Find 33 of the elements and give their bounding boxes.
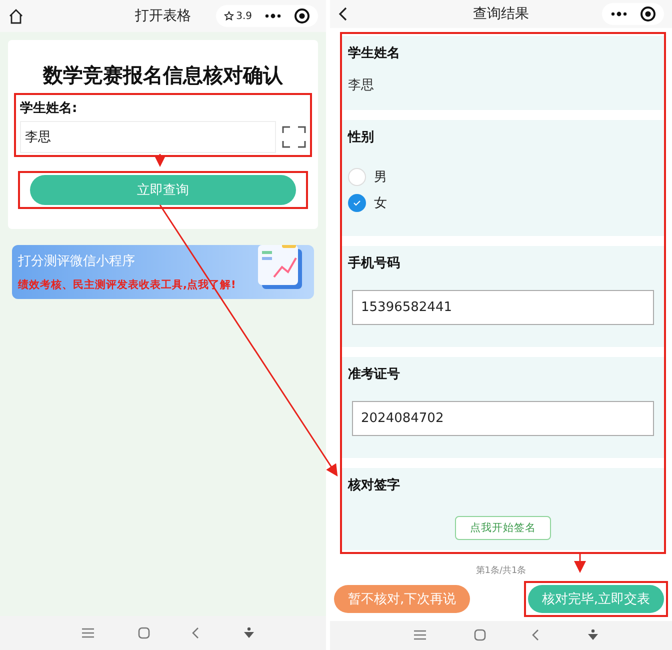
form-title: 数学竞赛报名信息核对确认: [42, 62, 284, 89]
sign-button[interactable]: 点我开始签名: [455, 516, 551, 540]
banner-title: 打分测评微信小程序: [18, 253, 136, 270]
rating[interactable]: 3.9: [224, 10, 252, 22]
radio-label: 男: [374, 168, 387, 186]
check-icon: [353, 200, 361, 206]
menu-icon[interactable]: [413, 629, 428, 642]
back-icon[interactable]: [338, 6, 348, 22]
query-button[interactable]: 立即查询: [30, 175, 296, 205]
pager-text: 第1条/共1条: [474, 564, 528, 577]
scan-icon[interactable]: [282, 125, 306, 149]
input-field[interactable]: 15396582441: [352, 290, 654, 325]
field-label: 性别: [348, 128, 375, 146]
later-button[interactable]: 暂不核对,下次再说: [334, 584, 470, 613]
more-icon[interactable]: [264, 13, 282, 19]
target-icon[interactable]: [640, 6, 656, 22]
field-label: 核对签字: [348, 476, 401, 494]
input-field[interactable]: 2024084702: [352, 400, 654, 436]
field-value: 李思: [348, 76, 375, 94]
field-label: 准考证号: [348, 366, 401, 383]
radio-label: 女: [374, 194, 387, 212]
radio-button[interactable]: [348, 194, 366, 212]
name-input[interactable]: 李思: [20, 121, 276, 153]
field-label: 学生姓名: [348, 44, 401, 62]
home-icon[interactable]: [8, 8, 24, 24]
target-icon[interactable]: [294, 8, 310, 24]
page-title: 打开表格: [135, 7, 191, 25]
field-label: 手机号码: [348, 254, 401, 272]
submit-button[interactable]: 核对完毕,立即交表: [528, 584, 664, 613]
more-icon[interactable]: [610, 10, 628, 17]
field-label: 学生姓名:: [20, 100, 78, 117]
page-title: 查询结果: [473, 4, 529, 23]
menu-icon[interactable]: [81, 627, 96, 639]
